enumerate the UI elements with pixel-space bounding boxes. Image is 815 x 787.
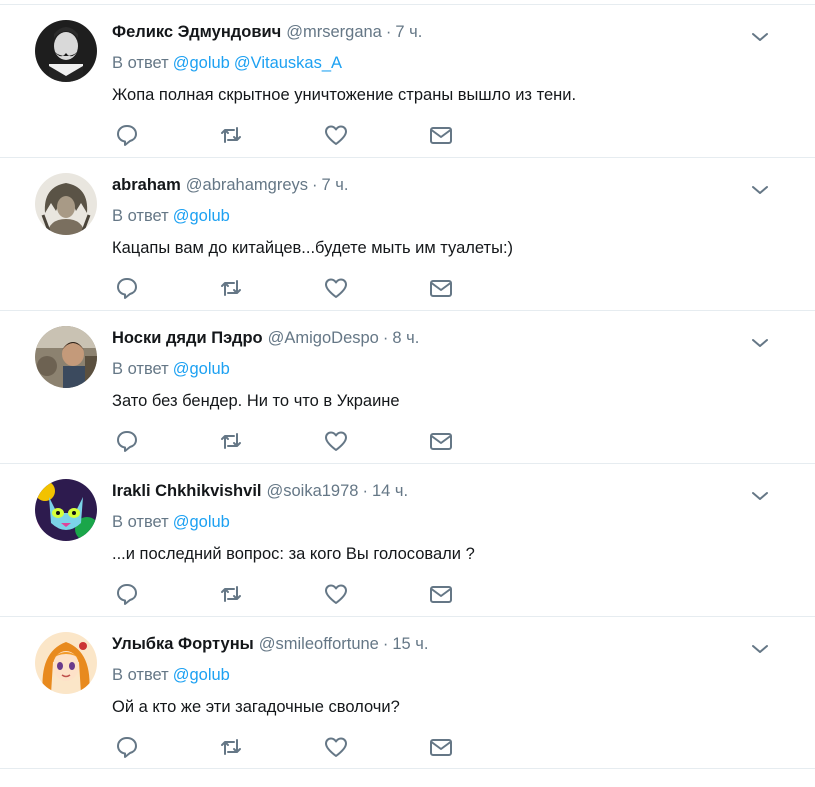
reply-context: В ответ @golub <box>112 205 230 227</box>
heart-icon[interactable] <box>323 428 349 454</box>
reply-icon[interactable] <box>114 734 140 760</box>
reply-context: В ответ @golub @Vitauskas_A <box>112 52 342 74</box>
avatar[interactable] <box>35 479 97 541</box>
tweet-text: Зато без бендер. Ни то что в Украине <box>112 392 400 410</box>
tweet[interactable]: abraham @abrahamgreys · 7 ч. В ответ @golub … <box>0 157 815 310</box>
reply-context: В ответ @golub <box>112 511 230 533</box>
avatar[interactable] <box>35 632 97 694</box>
reply-icon[interactable] <box>114 581 140 607</box>
separator-dot: · <box>362 482 368 500</box>
envelope-icon[interactable] <box>428 275 454 301</box>
retweet-icon[interactable] <box>218 275 244 301</box>
mention-link[interactable]: @Vitauskas_A <box>234 54 342 72</box>
heart-icon[interactable] <box>323 581 349 607</box>
user-fullname[interactable]: Носки дяди Пэдро <box>112 329 263 347</box>
mention-link[interactable]: @golub <box>173 513 230 531</box>
reply-icon[interactable] <box>114 275 140 301</box>
tweet[interactable]: Феликс Эдмундович @mrsergana · 7 ч. В ответ… <box>0 4 815 157</box>
separator-dot: · <box>385 23 392 41</box>
tweet[interactable]: Носки дяди Пэдро @AmigoDespo · 8 ч. В ответ… <box>0 310 815 463</box>
tweet-timestamp[interactable]: 14 ч. <box>372 482 408 500</box>
tweet-header: Улыбка Фортуны @smileoffortune · 15 ч. <box>112 633 428 655</box>
chevron-down-icon[interactable] <box>750 639 770 659</box>
separator-dot: · <box>382 635 389 653</box>
tweet-header: Феликс Эдмундович @mrsergana · 7 ч. <box>112 21 422 43</box>
mention-link[interactable]: @golub <box>173 666 230 684</box>
heart-icon[interactable] <box>323 734 349 760</box>
user-fullname[interactable]: Феликс Эдмундович <box>112 23 281 41</box>
retweet-icon[interactable] <box>218 428 244 454</box>
separator-dot: · <box>312 176 318 194</box>
heart-icon[interactable] <box>323 275 349 301</box>
tweet-timestamp[interactable]: 15 ч. <box>392 635 428 653</box>
user-handle[interactable]: @mrsergana <box>286 23 382 41</box>
tweet-timestamp[interactable]: 7 ч. <box>395 23 422 41</box>
retweet-icon[interactable] <box>218 122 244 148</box>
chevron-down-icon[interactable] <box>750 486 770 506</box>
reply-prefix: В ответ <box>112 360 169 378</box>
tweet-text: Ой а кто же эти загадочные сволочи? <box>112 698 400 716</box>
tweet-header: abraham @abrahamgreys · 7 ч. <box>112 174 348 196</box>
tweet-feed: Феликс Эдмундович @mrsergana · 7 ч. В ответ… <box>0 0 815 787</box>
heart-icon[interactable] <box>323 122 349 148</box>
tweet-actions <box>0 734 815 760</box>
reply-icon[interactable] <box>114 428 140 454</box>
user-fullname[interactable]: Улыбка Фортуны <box>112 635 254 653</box>
mention-link[interactable]: @golub <box>173 207 230 225</box>
tweet-text: Кацапы вам до китайцев...будете мыть им … <box>112 239 514 257</box>
tweet-actions <box>0 581 815 607</box>
tweet-timestamp[interactable]: 8 ч. <box>392 329 419 347</box>
reply-context: В ответ @golub <box>112 358 230 380</box>
reply-prefix: В ответ <box>112 666 169 684</box>
envelope-icon[interactable] <box>428 122 454 148</box>
user-fullname[interactable]: abraham <box>112 176 181 194</box>
envelope-icon[interactable] <box>428 428 454 454</box>
tweet-timestamp[interactable]: 7 ч. <box>322 176 349 194</box>
tweet-actions <box>0 275 815 301</box>
envelope-icon[interactable] <box>428 734 454 760</box>
reply-prefix: В ответ <box>112 207 169 225</box>
reply-icon[interactable] <box>114 122 140 148</box>
mention-link[interactable]: @golub <box>173 360 230 378</box>
user-fullname[interactable]: Irakli Chkhikvishvil <box>112 482 261 500</box>
separator-dot: · <box>382 329 389 347</box>
user-handle[interactable]: @abrahamgreys <box>186 176 308 194</box>
chevron-down-icon[interactable] <box>750 180 770 200</box>
tweet[interactable]: Улыбка Фортуны @smileoffortune · 15 ч. В от… <box>0 616 815 769</box>
tweet-text: ...и последний вопрос: за кого Вы голосо… <box>112 545 475 563</box>
reply-context: В ответ @golub <box>112 664 230 686</box>
user-handle[interactable]: @smileoffortune <box>259 635 379 653</box>
user-handle[interactable]: @AmigoDespo <box>268 329 379 347</box>
tweet-text: Жопа полная скрытное уничтожение страны … <box>112 86 577 104</box>
mention-link[interactable]: @golub <box>173 54 230 72</box>
retweet-icon[interactable] <box>218 734 244 760</box>
reply-prefix: В ответ <box>112 54 169 72</box>
avatar[interactable] <box>35 326 97 388</box>
retweet-icon[interactable] <box>218 581 244 607</box>
user-handle[interactable]: @soika1978 <box>266 482 358 500</box>
avatar[interactable] <box>35 20 97 82</box>
tweet-actions <box>0 122 815 148</box>
reply-prefix: В ответ <box>112 513 169 531</box>
tweet[interactable]: Irakli Chkhikvishvil @soika1978 · 14 ч. В о… <box>0 463 815 616</box>
chevron-down-icon[interactable] <box>750 27 770 47</box>
avatar[interactable] <box>35 173 97 235</box>
envelope-icon[interactable] <box>428 581 454 607</box>
chevron-down-icon[interactable] <box>750 333 770 353</box>
tweet-header: Носки дяди Пэдро @AmigoDespo · 8 ч. <box>112 327 419 349</box>
tweet-header: Irakli Chkhikvishvil @soika1978 · 14 ч. <box>112 480 408 502</box>
tweet-actions <box>0 428 815 454</box>
